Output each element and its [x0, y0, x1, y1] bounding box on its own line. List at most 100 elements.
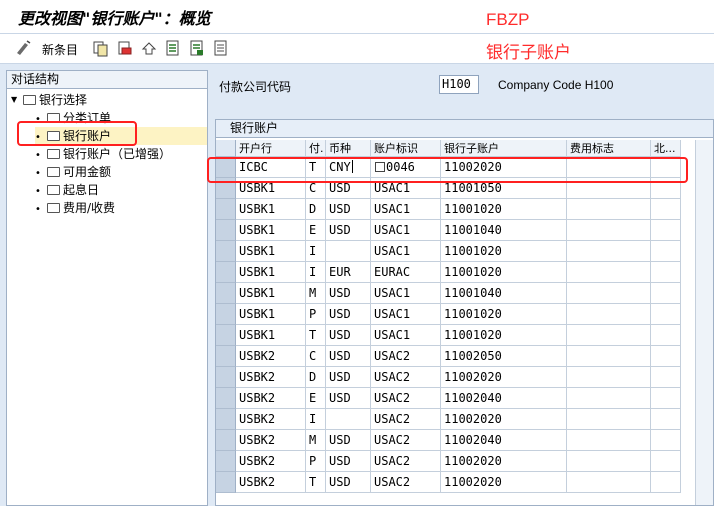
table-cell[interactable]: T	[306, 325, 326, 346]
table-cell[interactable]	[567, 283, 651, 304]
row-selector[interactable]	[216, 472, 236, 493]
table-cell[interactable]: 11002020	[441, 409, 567, 430]
select-all-rows-cell[interactable]	[216, 140, 236, 157]
select-block-icon[interactable]	[188, 39, 206, 57]
table-cell[interactable]: USD	[326, 283, 371, 304]
table-cell[interactable]: EUR	[326, 262, 371, 283]
table-cell[interactable]: 11001020	[441, 325, 567, 346]
table-cell[interactable]: USD	[326, 199, 371, 220]
table-row[interactable]: USBK2 T USD USAC2 11002020	[216, 472, 696, 493]
table-cell[interactable]	[651, 220, 681, 241]
table-cell[interactable]	[651, 262, 681, 283]
table-cell[interactable]: USD	[326, 220, 371, 241]
row-selector[interactable]	[216, 325, 236, 346]
row-selector[interactable]	[216, 409, 236, 430]
table-cell[interactable]	[651, 199, 681, 220]
table-cell[interactable]: M	[306, 283, 326, 304]
table-cell[interactable]: USBK2	[236, 472, 306, 493]
table-cell[interactable]: I	[306, 409, 326, 430]
table-cell[interactable]	[651, 283, 681, 304]
row-selector[interactable]	[216, 304, 236, 325]
tree-node-available-amounts[interactable]: • 可用金额	[35, 163, 111, 181]
tree-node-bank-accounts-enhanced[interactable]: • 银行账户（已增强）	[35, 145, 171, 163]
table-cell[interactable]: USAC2	[371, 409, 441, 430]
table-cell[interactable]: 11002040	[441, 388, 567, 409]
new-entries-button[interactable]: 新条目	[42, 41, 78, 58]
table-cell[interactable]	[567, 472, 651, 493]
table-cell[interactable]	[651, 451, 681, 472]
table-cell[interactable]: 11001040	[441, 220, 567, 241]
table-cell[interactable]: USAC2	[371, 388, 441, 409]
table-cell[interactable]	[326, 241, 371, 262]
column-header[interactable]: 北...	[651, 140, 681, 157]
table-cell[interactable]	[651, 472, 681, 493]
table-cell[interactable]: USD	[326, 472, 371, 493]
table-cell[interactable]: E	[306, 220, 326, 241]
table-row[interactable]: USBK1 P USD USAC1 11001020	[216, 304, 696, 325]
table-cell[interactable]	[567, 409, 651, 430]
table-cell[interactable]: USAC1	[371, 220, 441, 241]
table-cell[interactable]	[567, 220, 651, 241]
table-cell[interactable]	[567, 262, 651, 283]
undo-change-icon[interactable]	[140, 39, 158, 57]
table-cell[interactable]: 11001020	[441, 304, 567, 325]
table-row[interactable]: USBK1 T USD USAC1 11001020	[216, 325, 696, 346]
table-cell[interactable]: 11002020	[441, 367, 567, 388]
tree-node-charges[interactable]: • 费用/收费	[35, 199, 115, 217]
table-cell[interactable]: USBK2	[236, 430, 306, 451]
table-row[interactable]: USBK2 C USD USAC2 11002050	[216, 346, 696, 367]
tree-node-value-date[interactable]: • 起息日	[35, 181, 99, 199]
table-cell[interactable]	[651, 409, 681, 430]
table-cell[interactable]: USAC1	[371, 304, 441, 325]
table-row[interactable]: USBK2 P USD USAC2 11002020	[216, 451, 696, 472]
table-cell[interactable]: USD	[326, 451, 371, 472]
table-cell[interactable]: USAC2	[371, 367, 441, 388]
delete-icon[interactable]	[116, 39, 134, 57]
table-cell[interactable]	[567, 430, 651, 451]
table-cell[interactable]	[651, 430, 681, 451]
table-cell[interactable]: USBK2	[236, 451, 306, 472]
table-cell[interactable]: 11001040	[441, 283, 567, 304]
table-cell[interactable]	[651, 304, 681, 325]
row-selector[interactable]	[216, 241, 236, 262]
table-cell[interactable]	[567, 367, 651, 388]
table-cell[interactable]: USD	[326, 388, 371, 409]
table-cell[interactable]: EURAC	[371, 262, 441, 283]
table-cell[interactable]: USBK1	[236, 220, 306, 241]
table-cell[interactable]: USBK1	[236, 199, 306, 220]
table-row[interactable]: USBK1 E USD USAC1 11001040	[216, 220, 696, 241]
table-cell[interactable]	[651, 346, 681, 367]
row-selector[interactable]	[216, 283, 236, 304]
table-cell[interactable]	[651, 241, 681, 262]
column-header[interactable]: 账户标识	[371, 140, 441, 157]
table-row[interactable]: USBK1 D USD USAC1 11001020	[216, 199, 696, 220]
table-cell[interactable]: USBK2	[236, 409, 306, 430]
table-cell[interactable]: USAC1	[371, 283, 441, 304]
deselect-all-icon[interactable]	[212, 39, 230, 57]
table-cell[interactable]: D	[306, 199, 326, 220]
row-selector[interactable]	[216, 367, 236, 388]
table-cell[interactable]	[567, 325, 651, 346]
table-cell[interactable]: I	[306, 241, 326, 262]
table-cell[interactable]: 11001020	[441, 199, 567, 220]
table-cell[interactable]: M	[306, 430, 326, 451]
table-cell[interactable]	[567, 304, 651, 325]
select-all-icon[interactable]	[164, 39, 182, 57]
tree-node-bank-selection[interactable]: ▼ 银行选择	[11, 91, 87, 109]
table-cell[interactable]: USAC1	[371, 241, 441, 262]
table-cell[interactable]: USAC1	[371, 199, 441, 220]
table-cell[interactable]: P	[306, 451, 326, 472]
table-cell[interactable]: E	[306, 388, 326, 409]
paying-company-code-field[interactable]: H100	[439, 75, 479, 94]
table-cell[interactable]	[326, 409, 371, 430]
table-cell[interactable]	[567, 451, 651, 472]
table-cell[interactable]	[567, 346, 651, 367]
table-cell[interactable]	[651, 367, 681, 388]
table-row[interactable]: USBK2 I USAC2 11002020	[216, 409, 696, 430]
table-cell[interactable]: 11002040	[441, 430, 567, 451]
table-cell[interactable]: USAC2	[371, 430, 441, 451]
edit-pencil-icon[interactable]	[14, 39, 32, 57]
table-cell[interactable]: USBK1	[236, 283, 306, 304]
table-cell[interactable]: USBK2	[236, 367, 306, 388]
table-cell[interactable]	[651, 388, 681, 409]
